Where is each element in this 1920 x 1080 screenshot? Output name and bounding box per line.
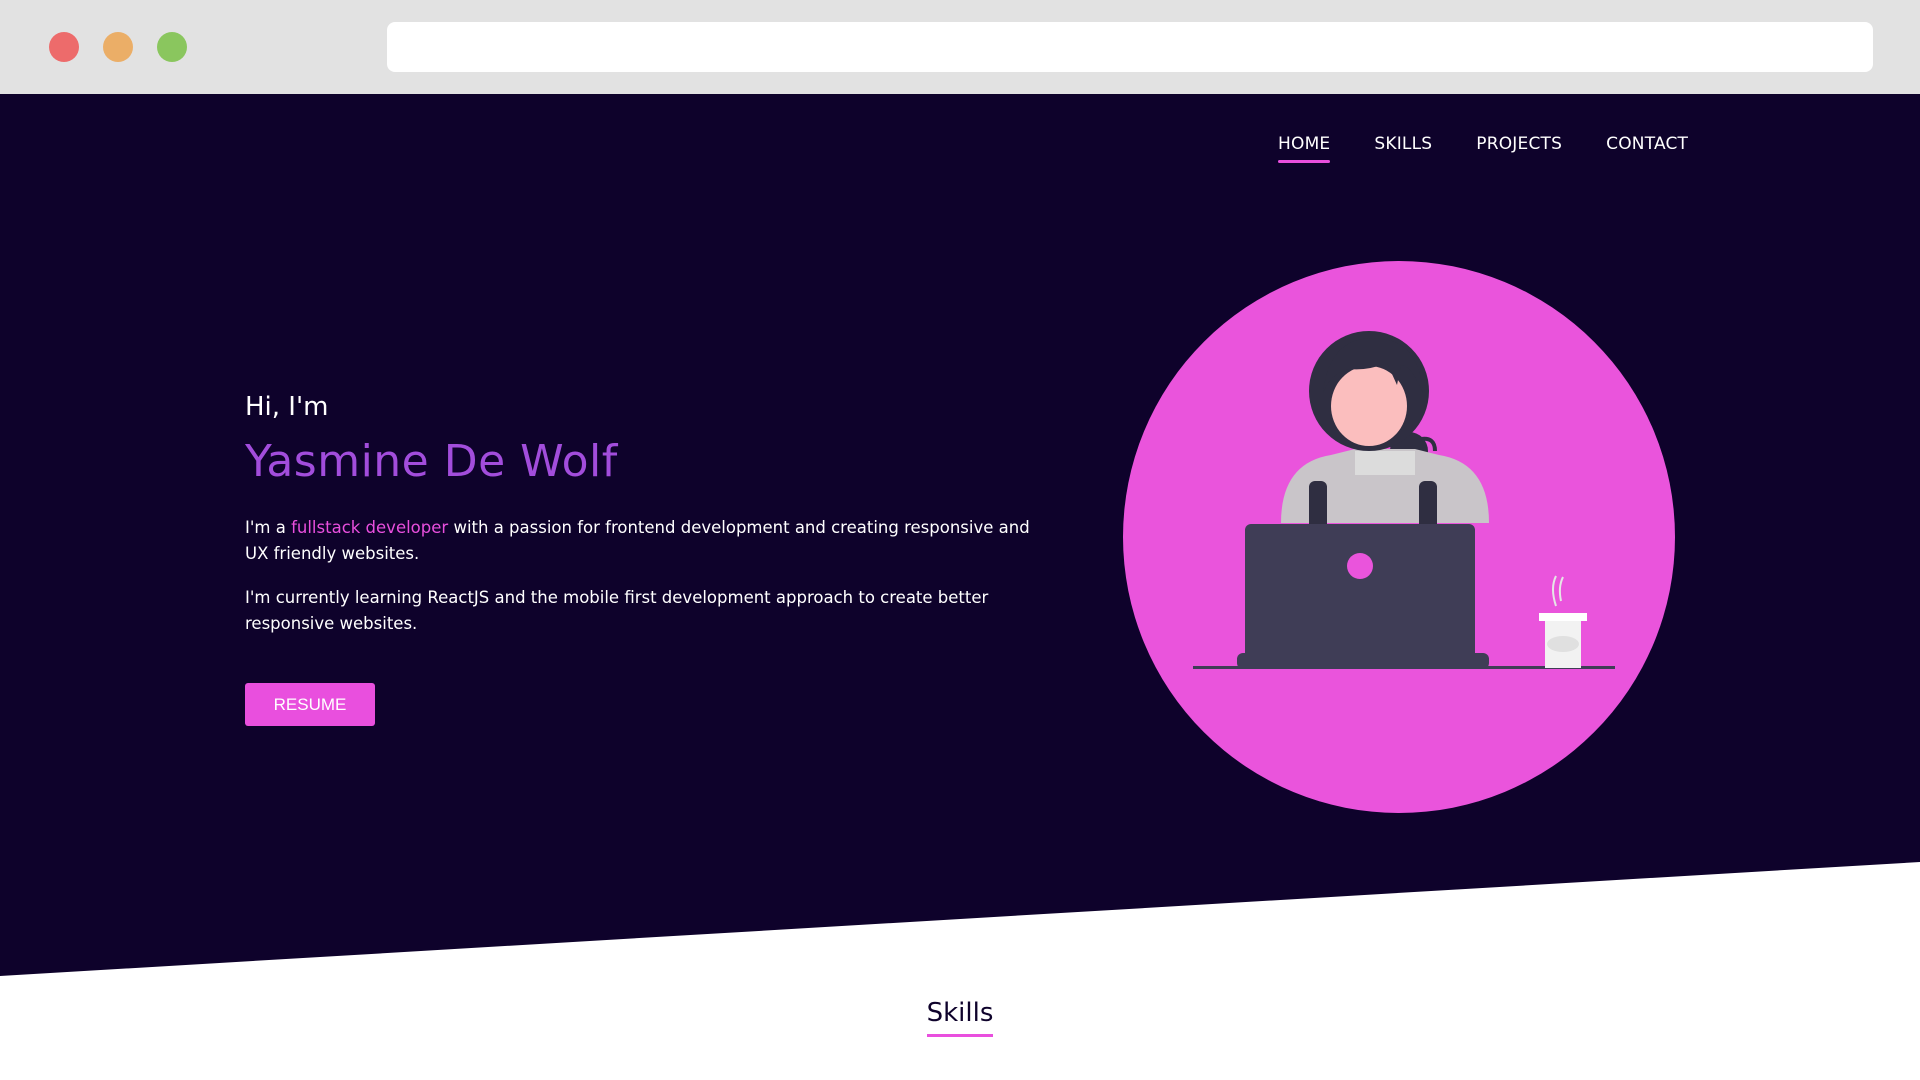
skills-heading: Skills: [926, 998, 994, 1037]
main-nav: HOME SKILLS PROJECTS CONTACT: [1278, 134, 1688, 163]
hero-section: HOME SKILLS PROJECTS CONTACT Hi, I'm Yas…: [0, 94, 1920, 976]
greeting: Hi, I'm: [245, 392, 329, 422]
resume-button[interactable]: RESUME: [245, 683, 375, 726]
nav-skills[interactable]: SKILLS: [1374, 134, 1432, 163]
intro-prefix: I'm a: [245, 518, 292, 537]
nav-contact[interactable]: CONTACT: [1606, 134, 1688, 163]
learning-paragraph: I'm currently learning ReactJS and the m…: [245, 588, 989, 633]
developer-name: Yasmine De Wolf: [245, 436, 618, 487]
developer-at-laptop-illustration: [1123, 261, 1675, 813]
intro-paragraph: I'm a fullstack developer with a passion…: [245, 515, 1045, 567]
role-highlight: fullstack developer: [291, 518, 449, 537]
intro-block: Hi, I'm Yasmine De Wolf I'm a fullstack …: [245, 392, 1045, 726]
address-bar[interactable]: [387, 22, 1873, 72]
browser-toolbar: [0, 0, 1920, 94]
minimize-window-button[interactable]: [103, 32, 133, 62]
nav-projects[interactable]: PROJECTS: [1476, 134, 1562, 163]
skills-section: Skills: [0, 998, 1920, 1037]
maximize-window-button[interactable]: [157, 32, 187, 62]
nav-home[interactable]: HOME: [1278, 134, 1331, 163]
close-window-button[interactable]: [49, 32, 79, 62]
